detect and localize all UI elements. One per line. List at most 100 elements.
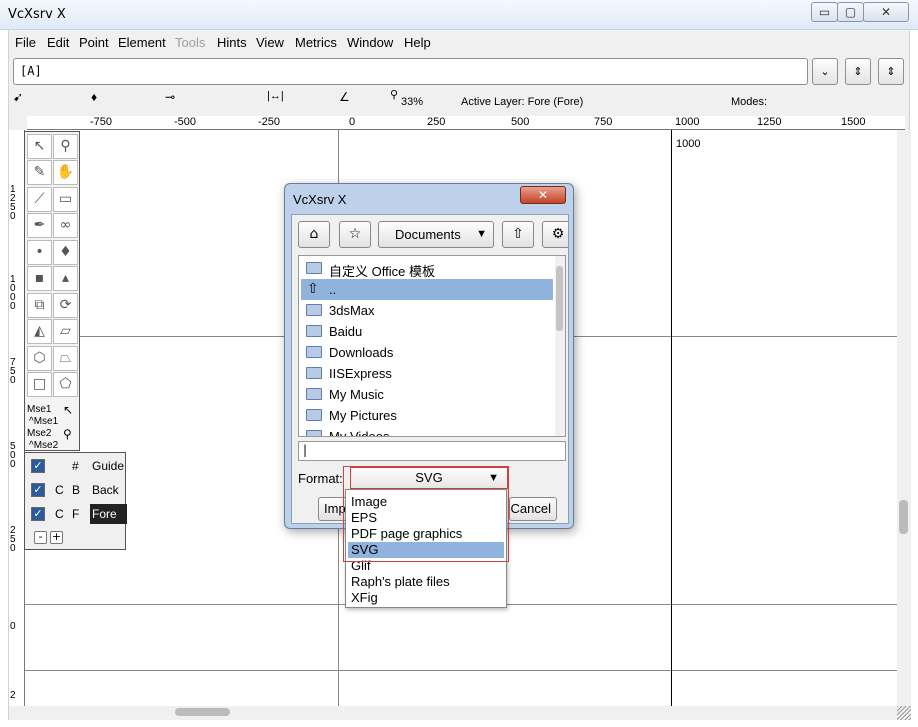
list-item[interactable]: 自定义 Office 模板 bbox=[301, 258, 553, 279]
menu-tools: Tools bbox=[175, 35, 206, 50]
layer-visible-checkbox[interactable]: ✓ bbox=[31, 459, 45, 473]
chevron-down-icon: ▼ bbox=[488, 472, 499, 484]
format-option-glif[interactable]: Glif bbox=[348, 558, 504, 574]
layer-row-guide[interactable]: ✓ # Guide bbox=[31, 456, 124, 476]
format-value: SVG bbox=[415, 470, 443, 485]
menu-view[interactable]: View bbox=[256, 35, 284, 50]
horizontal-scrollbar[interactable] bbox=[25, 706, 897, 718]
glyph-name-input[interactable]: [A] bbox=[13, 58, 808, 85]
ruler-tick-label: 1000 bbox=[675, 116, 700, 128]
rectangle-icon[interactable]: □ bbox=[27, 372, 52, 397]
magnify-icon: ⚲ bbox=[63, 427, 72, 441]
corner-point-icon[interactable]: ▪ bbox=[27, 266, 52, 291]
tangent-point-icon[interactable]: ▴ bbox=[53, 266, 78, 291]
layer-name[interactable]: Guide bbox=[90, 456, 127, 476]
magnify-icon[interactable]: ⚲ bbox=[53, 134, 78, 159]
list-item[interactable]: My Videos bbox=[301, 426, 553, 437]
format-select[interactable]: SVG ▼ bbox=[350, 467, 508, 489]
list-item[interactable]: Baidu bbox=[301, 321, 553, 342]
vertical-scroll-thumb[interactable] bbox=[899, 500, 908, 534]
advance-width-line[interactable] bbox=[671, 130, 672, 706]
ruler-tick-label: 250 bbox=[10, 525, 16, 554]
menu-element[interactable]: Element bbox=[118, 35, 166, 50]
curve-point-icon[interactable]: • bbox=[27, 240, 52, 265]
menu-window[interactable]: Window bbox=[347, 35, 393, 50]
spiro-icon[interactable]: ∞ bbox=[53, 213, 78, 238]
horizontal-scroll-thumb[interactable] bbox=[175, 708, 230, 716]
hv-curve-point-icon[interactable]: ♦ bbox=[53, 240, 78, 265]
layer-name[interactable]: Fore bbox=[90, 504, 127, 524]
layer-visible-checkbox[interactable]: ✓ bbox=[31, 507, 45, 521]
bookmark-button[interactable]: ☆ bbox=[339, 221, 371, 248]
folder-icon bbox=[306, 304, 322, 316]
file-list[interactable]: 自定义 Office 模板 ⇧.. 3dsMax Baidu Downloads… bbox=[298, 255, 566, 437]
format-option-pdf[interactable]: PDF page graphics bbox=[348, 526, 504, 542]
file-list-scroll-thumb[interactable] bbox=[556, 266, 563, 331]
glyph-prev-button[interactable]: ⇕ bbox=[845, 58, 871, 85]
layer-visible-checkbox[interactable]: ✓ bbox=[31, 483, 45, 497]
menu-file[interactable]: File bbox=[15, 35, 36, 50]
vertical-scrollbar[interactable] bbox=[897, 130, 911, 706]
list-item[interactable]: My Music bbox=[301, 384, 553, 405]
skew-icon[interactable]: ▱ bbox=[53, 319, 78, 344]
format-option-eps[interactable]: EPS bbox=[348, 510, 504, 526]
resize-grip[interactable] bbox=[897, 706, 911, 720]
pen-icon[interactable]: ✒ bbox=[27, 213, 52, 238]
menu-hints[interactable]: Hints bbox=[217, 35, 247, 50]
scale-icon[interactable]: ⧉ bbox=[27, 293, 52, 318]
minimize-button[interactable]: ▭ bbox=[811, 2, 838, 22]
file-list-scrollbar[interactable] bbox=[555, 256, 565, 436]
home-button[interactable]: ⌂ bbox=[298, 221, 330, 248]
3d-rotate-icon[interactable]: ⬡ bbox=[27, 346, 52, 371]
mouse-button-label: ^Mse2 bbox=[29, 440, 59, 451]
maximize-button[interactable]: ▢ bbox=[837, 2, 864, 22]
title-bar: VcXsrv X ▭ ▢ ✕ bbox=[0, 0, 918, 30]
list-item[interactable]: Downloads bbox=[301, 342, 553, 363]
dialog-close-button[interactable]: ✕ bbox=[520, 186, 566, 204]
format-option-xfig[interactable]: XFig bbox=[348, 590, 504, 606]
menu-point[interactable]: Point bbox=[79, 35, 109, 50]
ruler-icon[interactable]: ▭ bbox=[53, 187, 78, 212]
file-name: My Videos bbox=[329, 429, 390, 437]
rotate-icon[interactable]: ⟳ bbox=[53, 293, 78, 318]
folder-icon bbox=[306, 430, 322, 436]
settings-button[interactable]: ⚙ bbox=[542, 221, 568, 248]
perspective-icon[interactable]: ⏢ bbox=[53, 346, 78, 371]
knife-icon[interactable]: ⟋ bbox=[27, 187, 52, 212]
list-item[interactable]: 3dsMax bbox=[301, 300, 553, 321]
parent-directory-button[interactable]: ⇧ bbox=[502, 221, 534, 248]
ruler-tick-label: 1250 bbox=[757, 116, 782, 128]
menu-metrics[interactable]: Metrics bbox=[295, 35, 337, 50]
list-item[interactable]: My Pictures bbox=[301, 405, 553, 426]
ruler-tick-label: -500 bbox=[174, 116, 197, 128]
freehand-icon[interactable]: ✎ bbox=[27, 160, 52, 185]
cancel-button[interactable]: Cancel bbox=[509, 497, 557, 521]
format-option-svg[interactable]: SVG bbox=[348, 542, 504, 558]
close-button[interactable]: ✕ bbox=[863, 2, 909, 22]
ruler-tick-label: 500 bbox=[511, 116, 530, 128]
layer-name[interactable]: Back bbox=[90, 480, 127, 500]
window-title: VcXsrv X bbox=[8, 7, 66, 22]
list-item[interactable]: IISExpress bbox=[301, 363, 553, 384]
format-option-image[interactable]: Image bbox=[348, 494, 504, 510]
pointer-icon[interactable]: ↖ bbox=[27, 134, 52, 159]
glyph-next-button[interactable]: ⇕ bbox=[878, 58, 904, 85]
menu-help[interactable]: Help bbox=[404, 35, 431, 50]
remove-layer-button[interactable]: - bbox=[34, 531, 47, 544]
format-option-plate[interactable]: Raph's plate files bbox=[348, 574, 504, 590]
filename-input[interactable]: | bbox=[298, 441, 566, 461]
polygon-icon[interactable]: ⬠ bbox=[53, 372, 78, 397]
zoom-icon: ⚲ bbox=[390, 89, 399, 101]
mouse-button-label: ^Mse1 bbox=[29, 416, 59, 427]
flip-icon[interactable]: ◭ bbox=[27, 319, 52, 344]
home-icon: ⌂ bbox=[309, 226, 319, 242]
add-layer-button[interactable]: + bbox=[50, 531, 63, 544]
layer-flag: C bbox=[55, 483, 64, 497]
layer-row-fore[interactable]: ✓ C F Fore bbox=[31, 504, 127, 524]
menu-edit[interactable]: Edit bbox=[47, 35, 69, 50]
layer-row-back[interactable]: ✓ C B Back bbox=[31, 480, 123, 500]
scroll-hand-icon[interactable]: ✋ bbox=[53, 160, 78, 185]
directory-select[interactable]: Documents ▼ bbox=[378, 221, 494, 248]
list-item[interactable]: ⇧.. bbox=[301, 279, 553, 300]
glyph-dropdown-button[interactable]: ⌄ bbox=[812, 58, 838, 85]
